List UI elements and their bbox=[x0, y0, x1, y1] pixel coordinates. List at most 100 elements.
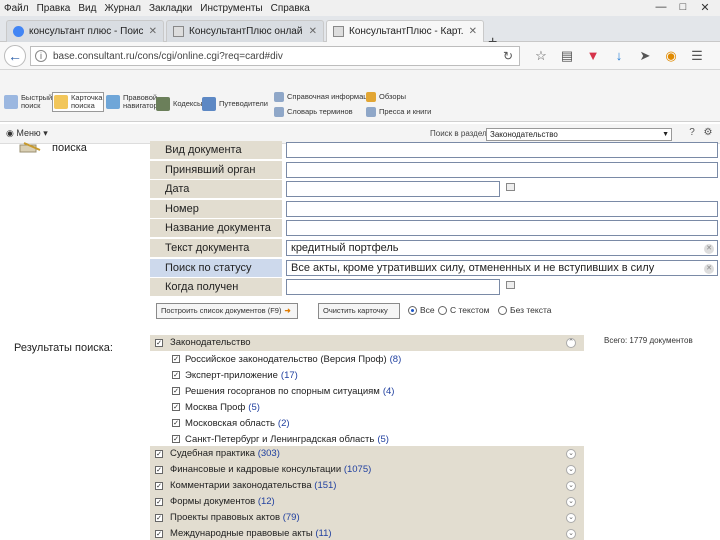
menu-history[interactable]: Журнал bbox=[104, 3, 141, 14]
info-icon[interactable]: i bbox=[35, 50, 47, 62]
result-subitem[interactable]: ✓ Решения госорганов по спорным ситуация… bbox=[172, 384, 394, 398]
expand-icon[interactable]: ⌄ bbox=[566, 449, 576, 459]
expand-icon[interactable]: ⌄ bbox=[566, 481, 576, 491]
checkbox-checked-icon[interactable]: ✓ bbox=[155, 339, 163, 347]
back-button[interactable]: ← bbox=[4, 45, 26, 67]
result-group-legislation[interactable]: ✓ Законодательство ⌃ bbox=[150, 335, 584, 351]
menu-file[interactable]: Файл bbox=[4, 3, 29, 14]
search-card-button[interactable]: Карточка поиска bbox=[52, 92, 105, 112]
menu-button[interactable]: ◉ Меню ▾ bbox=[6, 128, 48, 139]
result-group-international[interactable]: ✓ Международные правовые акты (11) ⌄ bbox=[150, 526, 584, 540]
checkbox-checked-icon[interactable]: ✓ bbox=[172, 419, 180, 427]
checkbox-checked-icon[interactable]: ✓ bbox=[172, 387, 180, 395]
result-subitem[interactable]: ✓ Санкт-Петербург и Ленинградская област… bbox=[172, 432, 389, 446]
radio-with-text[interactable]: С текстом bbox=[438, 305, 489, 315]
checkbox-checked-icon[interactable]: ✓ bbox=[172, 403, 180, 411]
group-count[interactable]: (303) bbox=[258, 448, 280, 459]
expand-icon[interactable]: ⌄ bbox=[566, 497, 576, 507]
menu-edit[interactable]: Правка bbox=[37, 3, 71, 14]
address-bar[interactable]: i base.consultant.ru/cons/cgi/online.cgi… bbox=[30, 46, 520, 66]
result-group-consultations[interactable]: ✓ Финансовые и кадровые консультации (10… bbox=[150, 462, 584, 478]
reading-list-icon[interactable]: ▤ bbox=[554, 48, 580, 64]
radio-without-text[interactable]: Без текста bbox=[498, 305, 552, 315]
result-subitem[interactable]: ✓ Москва Проф (5) bbox=[172, 400, 260, 414]
tab-close-icon[interactable]: ✕ bbox=[149, 26, 157, 37]
maximize-icon[interactable]: □ bbox=[672, 1, 694, 14]
doc-title-field[interactable] bbox=[286, 220, 718, 236]
result-group-forms[interactable]: ✓ Формы документов (12) ⌄ bbox=[150, 494, 584, 510]
codes-button[interactable]: Кодексы bbox=[156, 97, 202, 111]
pocket-icon[interactable]: ▼ bbox=[580, 48, 606, 64]
reload-icon[interactable]: ↻ bbox=[503, 49, 513, 63]
close-icon[interactable]: ✕ bbox=[694, 1, 716, 14]
subitem-count[interactable]: (5) bbox=[377, 434, 389, 445]
number-field[interactable] bbox=[286, 201, 718, 217]
subitem-count[interactable]: (2) bbox=[278, 418, 290, 429]
tab-close-icon[interactable]: ✕ bbox=[309, 26, 317, 37]
reference-info-button[interactable]: Справочная информация bbox=[274, 92, 376, 102]
quick-search-button[interactable]: Быстрый поиск bbox=[4, 94, 52, 110]
section-select[interactable]: Законодательство ▼ bbox=[486, 128, 672, 141]
tab-close-icon[interactable]: ✕ bbox=[469, 26, 477, 37]
menu-tools[interactable]: Инструменты bbox=[200, 3, 262, 14]
reviews-button[interactable]: Обзоры bbox=[366, 92, 406, 102]
result-subitem[interactable]: ✓ Российское законодательство (Версия Пр… bbox=[172, 352, 401, 366]
extension-icon[interactable]: ◉ bbox=[658, 48, 684, 64]
status-field[interactable]: Все акты, кроме утративших силу, отменен… bbox=[286, 260, 718, 276]
issuer-field[interactable] bbox=[286, 162, 718, 178]
send-icon[interactable]: ➤ bbox=[632, 48, 658, 64]
result-group-drafts[interactable]: ✓ Проекты правовых актов (79) ⌄ bbox=[150, 510, 584, 526]
clear-field-icon[interactable]: ✕ bbox=[704, 264, 714, 274]
subitem-count[interactable]: (5) bbox=[248, 402, 260, 413]
checkbox-checked-icon[interactable]: ✓ bbox=[155, 482, 163, 490]
calendar-icon[interactable] bbox=[506, 281, 515, 289]
group-count[interactable]: (79) bbox=[283, 512, 300, 523]
group-count[interactable]: (151) bbox=[314, 480, 336, 491]
build-list-button[interactable]: Построить список документов (F9) ➜ bbox=[156, 303, 298, 319]
date-field[interactable] bbox=[286, 181, 500, 197]
tab-consultant-card[interactable]: КонсультантПлюс - Карт... ✕ bbox=[326, 20, 484, 42]
checkbox-checked-icon[interactable]: ✓ bbox=[155, 514, 163, 522]
subitem-count[interactable]: (4) bbox=[383, 386, 395, 397]
result-subitem[interactable]: ✓ Эксперт-приложение (17) bbox=[172, 368, 298, 382]
help-icon[interactable]: ? bbox=[684, 127, 700, 138]
guides-button[interactable]: Путеводители bbox=[202, 97, 268, 111]
tab-search-google[interactable]: консультант плюс - Поис... ✕ bbox=[6, 20, 164, 42]
checkbox-checked-icon[interactable]: ✓ bbox=[155, 498, 163, 506]
checkbox-checked-icon[interactable]: ✓ bbox=[155, 530, 163, 538]
bookmark-star-icon[interactable]: ☆ bbox=[528, 48, 554, 64]
checkbox-checked-icon[interactable]: ✓ bbox=[172, 355, 180, 363]
doc-type-field[interactable] bbox=[286, 142, 718, 158]
expand-icon[interactable]: ⌄ bbox=[566, 529, 576, 539]
result-subitem[interactable]: ✓ Московская область (2) bbox=[172, 416, 290, 430]
tab-consultant-online[interactable]: КонсультантПлюс онлайн... ✕ bbox=[166, 20, 324, 42]
menu-help[interactable]: Справка bbox=[271, 3, 310, 14]
calendar-icon[interactable] bbox=[506, 183, 515, 191]
settings-icon[interactable]: ⚙ bbox=[700, 127, 716, 138]
expand-icon[interactable]: ⌄ bbox=[566, 465, 576, 475]
menu-view[interactable]: Вид bbox=[78, 3, 96, 14]
minimize-icon[interactable]: — bbox=[650, 1, 672, 14]
checkbox-checked-icon[interactable]: ✓ bbox=[155, 466, 163, 474]
expand-icon[interactable]: ⌄ bbox=[566, 513, 576, 523]
result-group-court-practice[interactable]: ✓ Судебная практика (303) ⌄ bbox=[150, 446, 584, 462]
subitem-count[interactable]: (17) bbox=[281, 370, 298, 381]
hamburger-menu-icon[interactable]: ☰ bbox=[684, 48, 710, 64]
checkbox-checked-icon[interactable]: ✓ bbox=[155, 450, 163, 458]
clear-card-button[interactable]: Очистить карточку bbox=[318, 303, 400, 319]
downloads-icon[interactable]: ↓ bbox=[606, 48, 632, 64]
press-books-button[interactable]: Пресса и книги bbox=[366, 107, 431, 117]
legal-navigator-button[interactable]: Правовой навигатор bbox=[106, 94, 158, 110]
collapse-icon[interactable]: ⌃ bbox=[566, 338, 576, 348]
subitem-count[interactable]: (8) bbox=[390, 354, 402, 365]
dictionary-button[interactable]: Словарь терминов bbox=[274, 107, 353, 117]
group-count[interactable]: (1075) bbox=[344, 464, 371, 475]
received-date-field[interactable] bbox=[286, 279, 500, 295]
group-count[interactable]: (11) bbox=[315, 528, 331, 539]
radio-all[interactable]: Все bbox=[408, 305, 435, 315]
doc-text-field[interactable]: кредитный портфель ✕ bbox=[286, 240, 718, 256]
result-group-commentary[interactable]: ✓ Комментарии законодательства (151) ⌄ bbox=[150, 478, 584, 494]
group-count[interactable]: (12) bbox=[258, 496, 275, 507]
menu-bookmarks[interactable]: Закладки bbox=[149, 3, 192, 14]
clear-field-icon[interactable]: ✕ bbox=[704, 244, 714, 254]
